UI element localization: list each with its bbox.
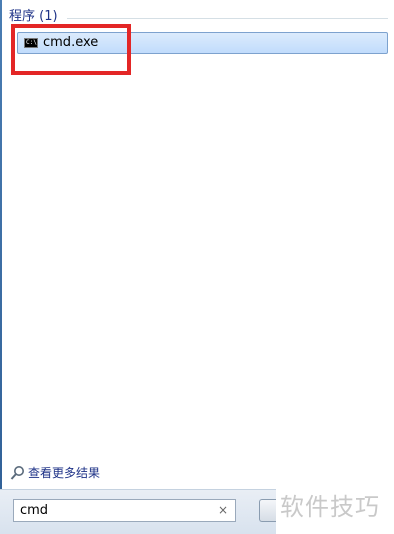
start-menu-left-edge (0, 0, 2, 533)
search-input-value: cmd (20, 503, 49, 518)
search-input[interactable]: cmd × (13, 499, 236, 522)
section-divider (67, 18, 388, 19)
clear-icon[interactable]: × (218, 502, 228, 519)
see-more-label: 查看更多结果 (28, 466, 101, 480)
search-icon (10, 466, 24, 480)
watermark: 软件技巧 (280, 493, 380, 521)
annotation-highlight-box (11, 24, 131, 75)
shutdown-button[interactable] (259, 499, 276, 522)
